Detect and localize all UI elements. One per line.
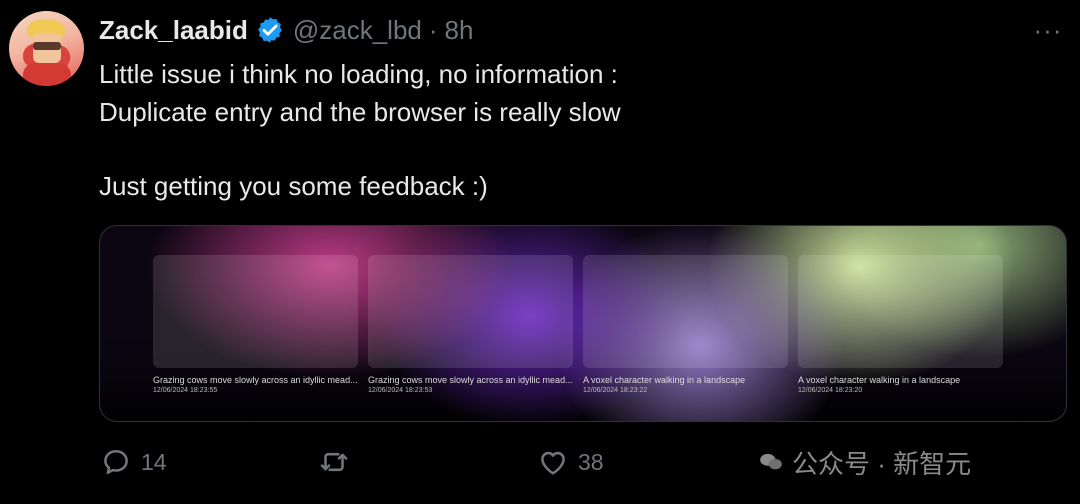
tweet-header: Zack_laabid @zack_lbd · 8h bbox=[99, 13, 473, 47]
more-options-icon[interactable]: ··· bbox=[1031, 17, 1065, 43]
video-thumbnail[interactable] bbox=[368, 255, 573, 368]
author-handle[interactable]: @zack_lbd bbox=[293, 15, 422, 46]
watermark: 公众号 · 新智元 bbox=[758, 445, 971, 479]
tweet-line: Duplicate entry and the browser is reall… bbox=[99, 96, 621, 127]
video-caption: Grazing cows move slowly across an idyll… bbox=[153, 375, 358, 385]
timestamp[interactable]: 8h bbox=[445, 15, 474, 46]
video-card[interactable]: Grazing cows move slowly across an idyll… bbox=[153, 255, 358, 394]
reply-button[interactable]: 14 bbox=[99, 445, 167, 479]
video-thumbnail[interactable] bbox=[583, 255, 788, 368]
tweet-media[interactable]: Grazing cows move slowly across an idyll… bbox=[99, 225, 1067, 422]
verified-badge-icon bbox=[255, 15, 285, 45]
author-name[interactable]: Zack_laabid bbox=[99, 15, 248, 46]
like-count: 38 bbox=[578, 448, 604, 475]
reply-count: 14 bbox=[141, 448, 167, 475]
avatar-body bbox=[23, 63, 71, 86]
repost-icon bbox=[320, 452, 348, 472]
repost-button[interactable] bbox=[317, 445, 359, 479]
avatar[interactable] bbox=[9, 11, 84, 86]
heart-icon bbox=[541, 451, 565, 475]
tweet-text: Little issue i think no loading, no info… bbox=[99, 56, 999, 206]
tweet-line: Just getting you some feedback :) bbox=[99, 171, 488, 201]
tweet-line-gap bbox=[99, 131, 999, 168]
video-date: 12/06/2024 18:23:20 bbox=[798, 387, 863, 394]
video-date: 12/06/2024 18:23:53 bbox=[368, 387, 433, 394]
video-card[interactable]: Grazing cows move slowly across an idyll… bbox=[368, 255, 573, 394]
video-caption: A voxel character walking in a landscape bbox=[583, 375, 746, 385]
video-thumbnail[interactable] bbox=[153, 255, 358, 368]
video-card[interactable]: A voxel character walking in a landscape… bbox=[583, 255, 788, 394]
wechat-icon bbox=[760, 453, 782, 470]
avatar-glasses bbox=[33, 42, 61, 50]
video-caption: A voxel character walking in a landscape bbox=[798, 375, 961, 385]
separator-dot: · bbox=[428, 14, 438, 45]
like-button[interactable]: 38 bbox=[536, 445, 604, 479]
reply-icon bbox=[104, 449, 128, 475]
video-thumbnail[interactable] bbox=[798, 255, 1003, 368]
video-date: 12/06/2024 18:23:55 bbox=[153, 387, 218, 394]
tweet-line: Little issue i think no loading, no info… bbox=[99, 59, 618, 89]
video-date: 12/06/2024 18:23:22 bbox=[583, 387, 648, 394]
watermark-text: 公众号 · 新智元 bbox=[792, 448, 972, 479]
video-card[interactable]: A voxel character walking in a landscape… bbox=[798, 255, 1003, 394]
video-caption: Grazing cows move slowly across an idyll… bbox=[368, 375, 573, 385]
